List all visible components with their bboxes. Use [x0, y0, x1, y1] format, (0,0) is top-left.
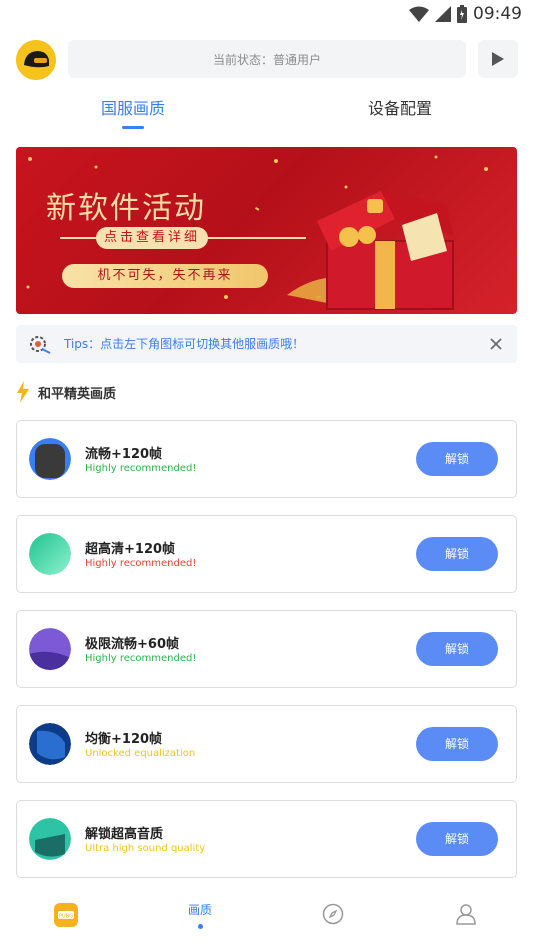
- user-status-text: 当前状态：普通用户: [212, 52, 321, 67]
- user-status-bar: 当前状态：普通用户: [68, 40, 466, 78]
- list-item: 流畅+120帧 Highly recommended! 解锁: [16, 420, 517, 498]
- item-subtitle: Highly recommended!: [85, 463, 197, 474]
- header: 当前状态：普通用户: [16, 40, 518, 80]
- list-item: 极限流畅+60帧 Highly recommended! 解锁: [16, 610, 517, 688]
- item-title: 均衡+120帧: [85, 732, 163, 747]
- unlock-button[interactable]: 解锁: [416, 822, 498, 856]
- signal-icon: [435, 6, 451, 22]
- section-header: 和平精英画质: [16, 381, 116, 403]
- item-title: 流畅+120帧: [85, 447, 163, 462]
- bottom-nav: PUBG 画质: [0, 893, 534, 950]
- item-title: 超高清+120帧: [85, 542, 176, 557]
- avatar[interactable]: [16, 40, 56, 80]
- pubg-icon: PUBG: [54, 903, 78, 927]
- nav-item-home[interactable]: PUBG: [46, 903, 86, 943]
- item-subtitle: Highly recommended!: [85, 558, 197, 569]
- banner-title: 新软件活动: [46, 191, 206, 226]
- nav-item-discover[interactable]: [313, 903, 353, 943]
- active-dot: [197, 924, 203, 929]
- tips-bar: Tips：点击左下角图标可切换其他服画质哦！: [16, 325, 517, 363]
- hd-mode-icon: [29, 533, 71, 575]
- item-title: 极限流畅+60帧: [85, 637, 179, 652]
- gift-box-icon: [287, 191, 454, 310]
- tips-text: Tips：点击左下角图标可切换其他服画质哦！: [64, 337, 305, 351]
- section-title: 和平精英画质: [38, 386, 117, 402]
- status-icons: 09:49: [409, 4, 522, 24]
- extreme-smooth-icon: [29, 628, 71, 670]
- smooth-mode-icon: [29, 438, 71, 480]
- item-subtitle: Unlocked equalization: [85, 748, 196, 759]
- item-subtitle: Highly recommended!: [85, 653, 197, 664]
- sound-quality-icon: [29, 818, 71, 860]
- promo-banner[interactable]: 新软件活动 点击查看详细 机不可失，失不再来: [16, 147, 517, 314]
- item-subtitle: Ultra high sound quality: [85, 843, 206, 854]
- banner-detail-link[interactable]: 点击查看详细: [96, 227, 209, 249]
- battery-icon: [457, 5, 467, 23]
- tab-bar: 国服画质 设备配置: [0, 92, 534, 132]
- unlock-button[interactable]: 解锁: [416, 537, 498, 571]
- tab-device-config[interactable]: 设备配置: [330, 92, 470, 126]
- tab-cn-quality[interactable]: 国服画质: [63, 92, 203, 126]
- clock: 09:49: [473, 4, 522, 24]
- item-title: 解锁超高音质: [85, 827, 164, 842]
- svg-text:PUBG: PUBG: [59, 914, 73, 920]
- play-icon: [492, 52, 504, 66]
- user-icon: [456, 904, 476, 925]
- item-icon: [29, 438, 71, 480]
- item-icon: [29, 533, 71, 575]
- item-icon: [29, 818, 71, 860]
- compass-icon: [322, 903, 344, 925]
- active-tab-indicator: [122, 126, 144, 129]
- unlock-button[interactable]: 解锁: [416, 632, 498, 666]
- settings-gear-icon: [30, 336, 51, 354]
- nav-item-profile[interactable]: [446, 903, 486, 943]
- close-icon[interactable]: [489, 337, 503, 351]
- unlock-button[interactable]: 解锁: [416, 727, 498, 761]
- list-item: 解锁超高音质 Ultra high sound quality 解锁: [16, 800, 517, 878]
- item-icon: [29, 723, 71, 765]
- nav-label-quality: 画质: [187, 903, 212, 917]
- list-item: 超高清+120帧 Highly recommended! 解锁: [16, 515, 517, 593]
- unlock-button[interactable]: 解锁: [416, 442, 498, 476]
- play-button[interactable]: [478, 40, 518, 78]
- wifi-icon: [409, 6, 429, 22]
- list-item: 均衡+120帧 Unlocked equalization 解锁: [16, 705, 517, 783]
- lightning-icon: [17, 381, 29, 403]
- item-icon: [29, 628, 71, 670]
- status-bar: 09:49: [0, 0, 534, 30]
- banner-slogan: 机不可失，失不再来: [62, 264, 268, 288]
- helmet-avatar-icon: [16, 40, 56, 80]
- balanced-mode-icon: [29, 723, 71, 765]
- nav-item-quality[interactable]: 画质: [180, 901, 220, 941]
